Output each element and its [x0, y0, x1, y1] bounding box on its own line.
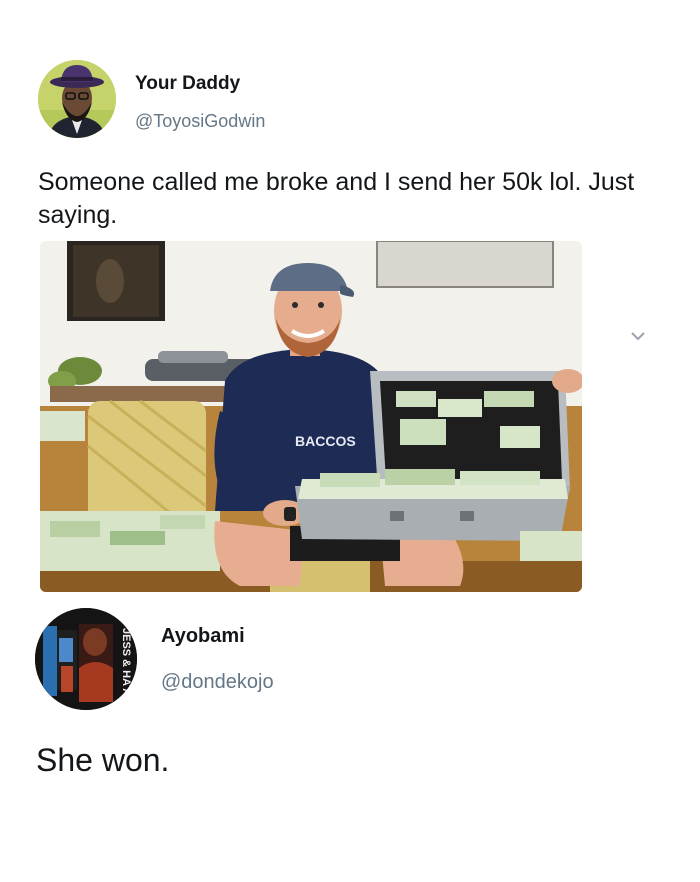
chevron-down-icon[interactable] — [630, 330, 646, 342]
money-briefcase-photo: BACCOS — [40, 241, 582, 592]
display-name[interactable]: Your Daddy — [135, 73, 240, 95]
user-handle[interactable]: @ToyosiGodwin — [135, 111, 265, 132]
user-handle[interactable]: @dondekojo — [161, 671, 274, 694]
tweet: Your Daddy @ToyosiGodwin Someone called … — [0, 0, 700, 600]
reply-tweet: JESS & HA ALL Ayobami @dondekojo She won… — [0, 600, 700, 882]
tweet-text: She won. — [36, 742, 170, 778]
avatar[interactable] — [38, 60, 116, 138]
tweet-media-image[interactable]: BACCOS — [40, 241, 582, 592]
shirt-logo-text: BACCOS — [295, 433, 356, 449]
avatar-caption: JESS & HA ALL — [120, 628, 132, 710]
album-art-avatar-image: JESS & HA ALL — [35, 608, 137, 710]
avatar-portrait-image — [38, 60, 116, 138]
display-name[interactable]: Ayobami — [161, 625, 245, 648]
tweet-text: Someone called me broke and I send her 5… — [38, 168, 635, 229]
avatar[interactable]: JESS & HA ALL — [35, 608, 137, 710]
